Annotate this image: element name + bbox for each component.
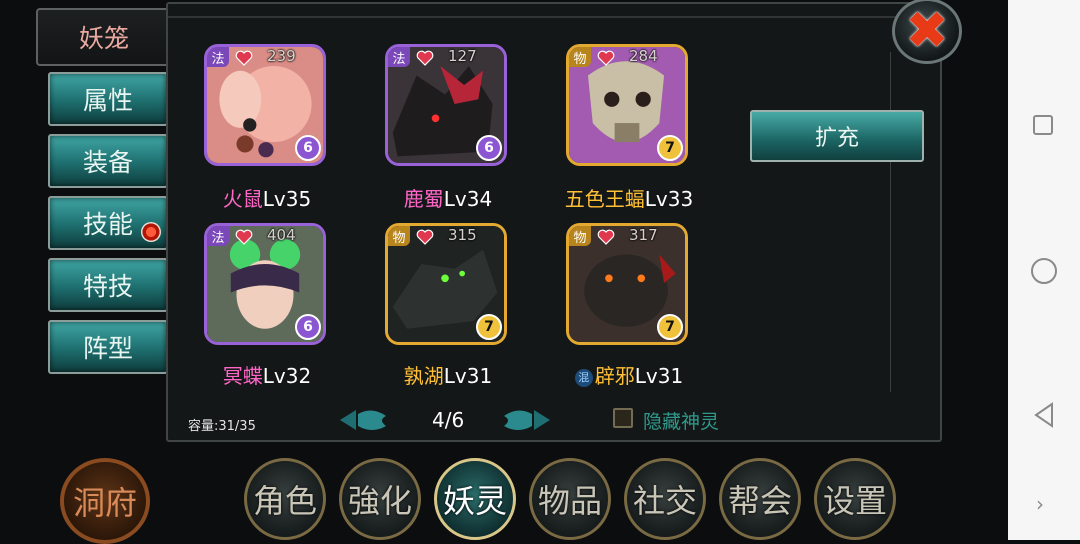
tab-yaolong[interactable]: 妖笼 xyxy=(36,8,172,66)
hp-value: 239 xyxy=(267,47,296,65)
hp-value: 315 xyxy=(448,226,477,244)
tab-attributes[interactable]: 属性 xyxy=(48,72,168,126)
heart-icon xyxy=(416,50,434,66)
nav-items[interactable]: 物品 xyxy=(529,458,611,540)
monster-card[interactable]: 法 239 6 xyxy=(204,44,326,166)
page-indicator: 4/6 xyxy=(432,408,465,432)
type-badge: 物 xyxy=(569,226,591,246)
notification-dot-icon xyxy=(141,222,161,242)
panel-top-divider xyxy=(168,16,940,18)
heart-icon xyxy=(416,229,434,245)
monster-name: 鹿蜀Lv34 xyxy=(403,187,493,211)
close-icon: ✖ xyxy=(905,1,949,61)
tab-special-skills[interactable]: 特技 xyxy=(48,258,168,312)
back-icon[interactable] xyxy=(1032,402,1056,428)
heart-icon xyxy=(597,229,615,245)
hp-value: 317 xyxy=(629,226,658,244)
hide-gods-label: 隐藏神灵 xyxy=(643,411,720,433)
heart-icon xyxy=(597,50,615,66)
tab-equipment[interactable]: 装备 xyxy=(48,134,168,188)
monster-name: 孰湖Lv31 xyxy=(403,364,493,388)
heart-icon xyxy=(235,229,253,245)
nav-settings[interactable]: 设置 xyxy=(814,458,896,540)
star-level-badge: 6 xyxy=(295,135,321,161)
nav-social[interactable]: 社交 xyxy=(624,458,706,540)
expand-button[interactable]: 扩充 xyxy=(750,110,924,162)
monster-name: 混辟邪Lv31 xyxy=(549,360,709,389)
type-badge: 法 xyxy=(207,47,229,67)
hide-gods-checkbox[interactable] xyxy=(613,408,633,428)
star-level-badge: 6 xyxy=(295,314,321,340)
recent-apps-icon[interactable] xyxy=(1033,115,1053,135)
mixed-type-badge: 混 xyxy=(574,369,593,387)
monster-card[interactable]: 法 404 6 xyxy=(204,223,326,345)
nav-spirits[interactable]: 妖灵 xyxy=(434,458,516,540)
home-icon[interactable] xyxy=(1031,258,1057,284)
star-level-badge: 7 xyxy=(657,314,683,340)
star-level-badge: 7 xyxy=(657,135,683,161)
nav-enhance[interactable]: 強化 xyxy=(339,458,421,540)
close-button[interactable]: ✖ xyxy=(892,0,962,64)
monster-name: 火鼠Lv35 xyxy=(222,187,312,211)
nav-character[interactable]: 角色 xyxy=(244,458,326,540)
monster-card[interactable]: 物 315 7 xyxy=(385,223,507,345)
monster-card[interactable]: 物 284 7 xyxy=(566,44,688,166)
monster-name: 五色王蝠Lv33 xyxy=(564,187,694,211)
type-badge: 法 xyxy=(207,226,229,246)
type-badge: 法 xyxy=(388,47,410,67)
chevron-right-icon[interactable]: › xyxy=(1036,492,1044,516)
type-badge: 物 xyxy=(569,47,591,67)
monster-card[interactable]: 法 127 6 xyxy=(385,44,507,166)
prev-page-icon[interactable] xyxy=(338,406,390,434)
heart-icon xyxy=(235,50,253,66)
monster-card[interactable]: 物 317 7 xyxy=(566,223,688,345)
hp-value: 127 xyxy=(448,47,477,65)
next-page-icon[interactable] xyxy=(500,406,552,434)
monster-name: 冥蝶Lv32 xyxy=(222,364,312,388)
tab-formation[interactable]: 阵型 xyxy=(48,320,168,374)
cave-button[interactable]: 洞府 xyxy=(60,458,150,544)
capacity-label: 容量:31/35 xyxy=(188,419,256,434)
star-level-badge: 7 xyxy=(476,314,502,340)
nav-guild[interactable]: 帮会 xyxy=(719,458,801,540)
star-level-badge: 6 xyxy=(476,135,502,161)
type-badge: 物 xyxy=(388,226,410,246)
hp-value: 284 xyxy=(629,47,658,65)
panel-vertical-divider xyxy=(890,52,891,392)
hp-value: 404 xyxy=(267,226,296,244)
